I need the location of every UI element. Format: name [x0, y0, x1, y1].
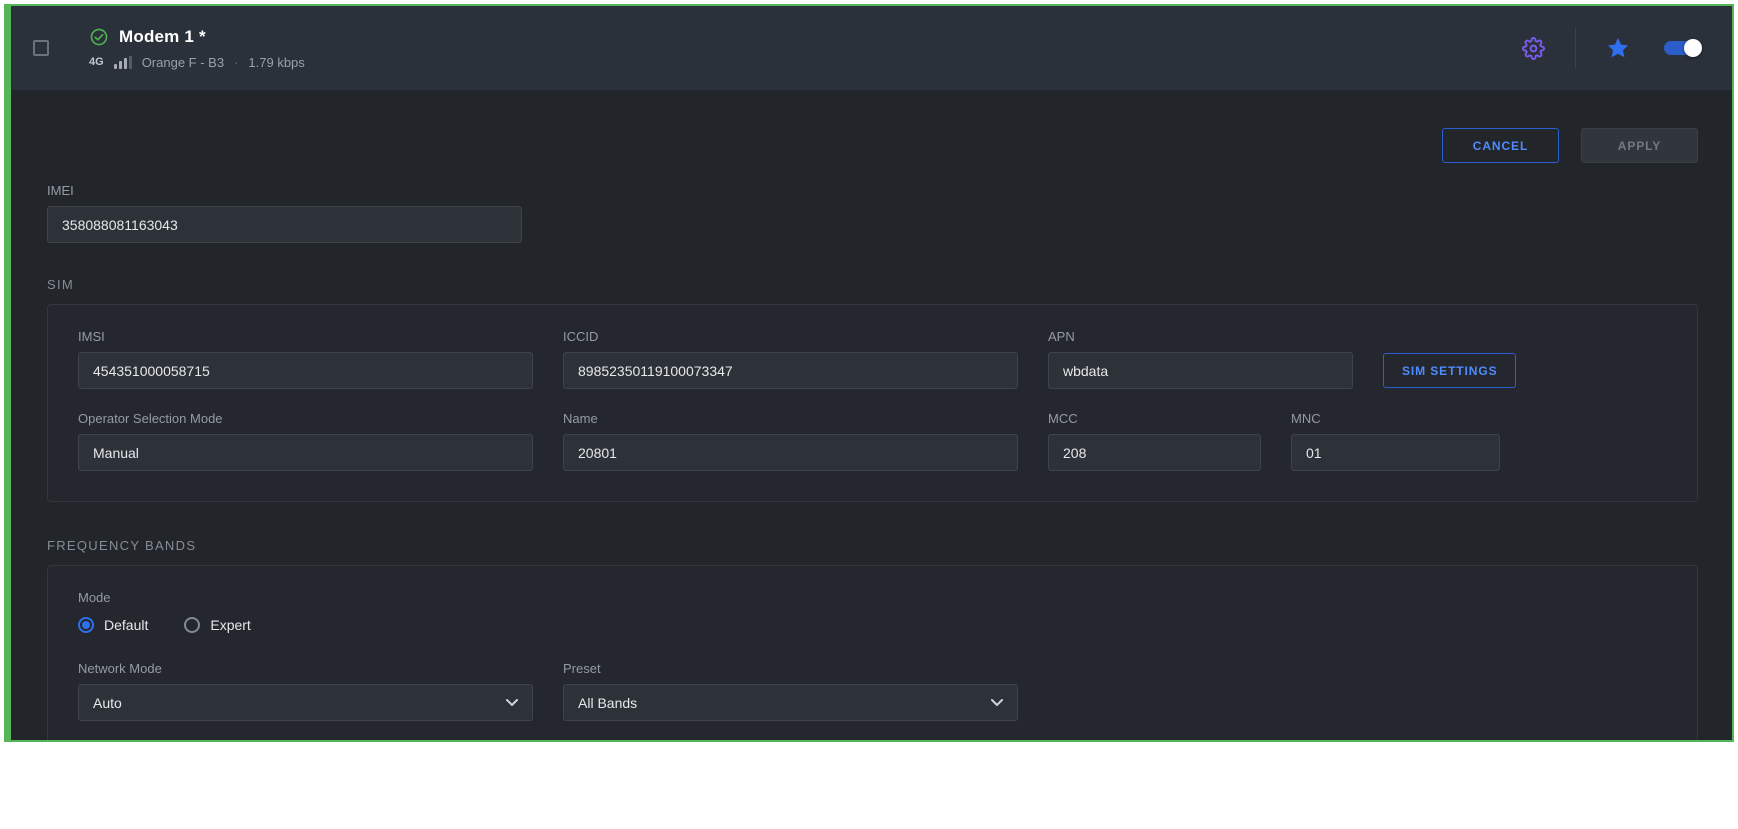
- header-controls: [1518, 28, 1702, 68]
- frequency-bands-section-label: FREQUENCY BANDS: [47, 538, 1698, 553]
- operator-selection-mode-label: Operator Selection Mode: [78, 411, 533, 426]
- status-check-icon: [89, 27, 109, 47]
- name-input[interactable]: [563, 434, 1018, 471]
- preset-select[interactable]: All Bands: [563, 684, 1018, 721]
- sim-card: IMSI ICCID APN SIM SETTINGS Operator Sel: [47, 304, 1698, 502]
- modem-settings-form: CANCEL APPLY IMEI SIM IMSI ICCID APN: [11, 128, 1732, 742]
- radio-expert-label: Expert: [210, 617, 250, 633]
- cancel-button[interactable]: CANCEL: [1442, 128, 1559, 163]
- network-mode-block: Network Mode Auto: [78, 661, 533, 721]
- apn-input[interactable]: [1048, 352, 1353, 389]
- iccid-label: ICCID: [563, 329, 1018, 344]
- mnc-field-block: MNC: [1291, 411, 1500, 471]
- frequency-bands-card: Mode Default Expert Network Mode Auto: [47, 565, 1698, 742]
- network-mode-label: Network Mode: [78, 661, 533, 676]
- network-mode-value: Auto: [93, 695, 122, 711]
- select-checkbox[interactable]: [33, 40, 49, 56]
- preset-label: Preset: [563, 661, 1018, 676]
- sim-section-label: SIM: [47, 277, 1698, 292]
- mnc-input[interactable]: [1291, 434, 1500, 471]
- signal-strength-icon: [114, 56, 132, 69]
- imsi-input[interactable]: [78, 352, 533, 389]
- radio-default[interactable]: Default: [78, 617, 148, 633]
- header-divider: [1575, 28, 1576, 68]
- operator-label: Orange F - B3: [142, 55, 224, 70]
- network-type-label: 4G: [89, 56, 104, 68]
- mcc-field-block: MCC: [1048, 411, 1261, 471]
- preset-value: All Bands: [578, 695, 637, 711]
- network-mode-select[interactable]: Auto: [78, 684, 533, 721]
- gear-icon[interactable]: [1518, 33, 1549, 64]
- apn-field-block: APN: [1048, 329, 1353, 389]
- mcc-input[interactable]: [1048, 434, 1261, 471]
- preset-block: Preset All Bands: [563, 661, 1018, 721]
- apn-label: APN: [1048, 329, 1353, 344]
- radio-default-circle[interactable]: [78, 617, 94, 633]
- sim-settings-button[interactable]: SIM SETTINGS: [1383, 353, 1516, 388]
- imei-input[interactable]: [47, 206, 522, 243]
- chevron-down-icon: [506, 699, 518, 707]
- apply-button[interactable]: APPLY: [1581, 128, 1698, 163]
- imsi-label: IMSI: [78, 329, 533, 344]
- imei-field-block: IMEI: [47, 183, 522, 243]
- header-main: Modem 1 * 4G Orange F - B3 · 1.79 kbps: [89, 27, 305, 70]
- iccid-input[interactable]: [563, 352, 1018, 389]
- mode-radio-group: Default Expert: [78, 617, 1667, 633]
- mcc-label: MCC: [1048, 411, 1261, 426]
- radio-expert[interactable]: Expert: [184, 617, 250, 633]
- radio-expert-circle[interactable]: [184, 617, 200, 633]
- modem-panel: Modem 1 * 4G Orange F - B3 · 1.79 kbps: [4, 4, 1734, 742]
- imsi-field-block: IMSI: [78, 329, 533, 389]
- operator-selection-mode-block: Operator Selection Mode: [78, 411, 533, 471]
- modem-header: Modem 1 * 4G Orange F - B3 · 1.79 kbps: [11, 6, 1732, 90]
- mnc-label: MNC: [1291, 411, 1500, 426]
- mode-label: Mode: [78, 590, 1667, 605]
- name-label: Name: [563, 411, 1018, 426]
- speed-label: 1.79 kbps: [248, 55, 304, 70]
- favorite-star-icon[interactable]: [1602, 32, 1634, 64]
- name-field-block: Name: [563, 411, 1018, 471]
- sim-settings-block: SIM SETTINGS: [1383, 329, 1516, 389]
- imei-label: IMEI: [47, 183, 522, 198]
- separator-dot: ·: [234, 55, 238, 70]
- band-selects-row: Network Mode Auto Preset All Bands: [78, 661, 1667, 721]
- radio-default-label: Default: [104, 617, 148, 633]
- form-actions: CANCEL APPLY: [47, 128, 1698, 163]
- modem-enable-toggle[interactable]: [1664, 38, 1702, 58]
- operator-selection-mode-input[interactable]: [78, 434, 533, 471]
- iccid-field-block: ICCID: [563, 329, 1018, 389]
- chevron-down-icon: [991, 699, 1003, 707]
- modem-title: Modem 1 *: [119, 27, 206, 47]
